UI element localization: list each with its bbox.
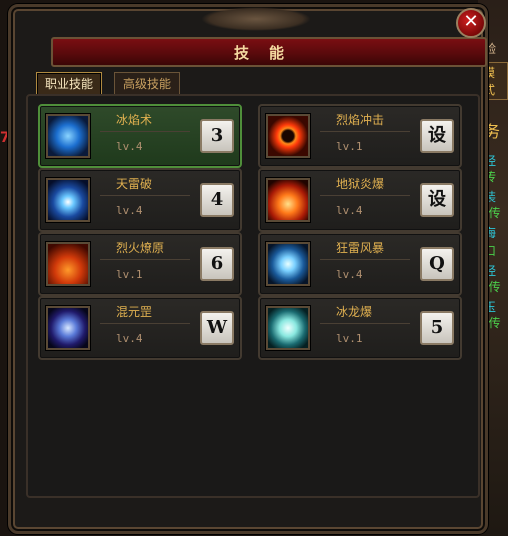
skill-name: 烈火燎原	[116, 241, 165, 255]
divider	[320, 323, 410, 324]
skill-slot-thunder-storm[interactable]: 狂雷风暴 lv.4 Q	[258, 232, 462, 296]
skill-slot-hell-blast[interactable]: 地狱炎爆 lv.4 设	[258, 168, 462, 232]
skill-list-area: 冰焰术 lv.4 3 烈焰冲击 lv.1 设 天雷破 lv.4 4 地狱炎爆 l…	[26, 94, 480, 498]
skill-name: 冰焰术	[116, 113, 153, 127]
skill-name: 天雷破	[116, 177, 153, 191]
skill-level: lv.1	[116, 268, 143, 281]
tab-job-skills[interactable]: 职业技能	[36, 72, 103, 96]
divider	[320, 131, 410, 132]
skill-slot-ice-dragon[interactable]: 冰龙爆 lv.1 5	[258, 296, 462, 360]
skill-slot-thunder[interactable]: 天雷破 lv.4 4	[38, 168, 242, 232]
hotkey-button[interactable]: 设	[420, 119, 454, 153]
divider	[100, 131, 190, 132]
title-bar[interactable]: 技能	[51, 37, 487, 67]
skill-slot-prairie-fire[interactable]: 烈火燎原 lv.1 6	[38, 232, 242, 296]
prairie-fire-icon	[46, 242, 90, 286]
skill-name: 地狱炎爆	[336, 177, 385, 191]
divider	[320, 195, 410, 196]
skill-name: 烈焰冲击	[336, 113, 385, 127]
skill-slot-chaos-orb[interactable]: 混元罡 lv.4 W	[38, 296, 242, 360]
thunder-icon	[46, 178, 90, 222]
ice-dragon-icon	[266, 306, 310, 350]
window-title: 技能	[233, 44, 304, 62]
hotkey-button[interactable]: W	[200, 311, 234, 345]
divider	[100, 195, 190, 196]
skill-level: lv.1	[336, 140, 363, 153]
hotkey-button[interactable]: 6	[200, 247, 234, 281]
top-ornament	[201, 7, 311, 31]
hell-blast-icon	[266, 178, 310, 222]
tab-advanced-skills[interactable]: 高级技能	[114, 72, 181, 96]
hotkey-button[interactable]: Q	[420, 247, 454, 281]
skill-level: lv.4	[336, 204, 363, 217]
skill-name: 狂雷风暴	[336, 241, 385, 255]
hotkey-button[interactable]: 设	[420, 183, 454, 217]
skill-level: lv.4	[116, 140, 143, 153]
skill-slot-flame-impact[interactable]: 烈焰冲击 lv.1 设	[258, 104, 462, 168]
skill-level: lv.4	[336, 268, 363, 281]
skill-level: lv.4	[116, 204, 143, 217]
thunder-storm-icon	[266, 242, 310, 286]
skill-slot-ice-flame[interactable]: 冰焰术 lv.4 3	[38, 104, 242, 168]
close-button[interactable]: ✕	[456, 8, 486, 38]
hotkey-button[interactable]: 4	[200, 183, 234, 217]
ice-flame-icon	[46, 114, 90, 158]
skill-name: 冰龙爆	[336, 305, 373, 319]
skill-level: lv.1	[336, 332, 363, 345]
chaos-orb-icon	[46, 306, 90, 350]
hotkey-button[interactable]: 5	[420, 311, 454, 345]
divider	[320, 259, 410, 260]
skill-name: 混元罡	[116, 305, 153, 319]
hotkey-button[interactable]: 3	[200, 119, 234, 153]
skill-level: lv.4	[116, 332, 143, 345]
divider	[100, 323, 190, 324]
divider	[100, 259, 190, 260]
flame-impact-icon	[266, 114, 310, 158]
